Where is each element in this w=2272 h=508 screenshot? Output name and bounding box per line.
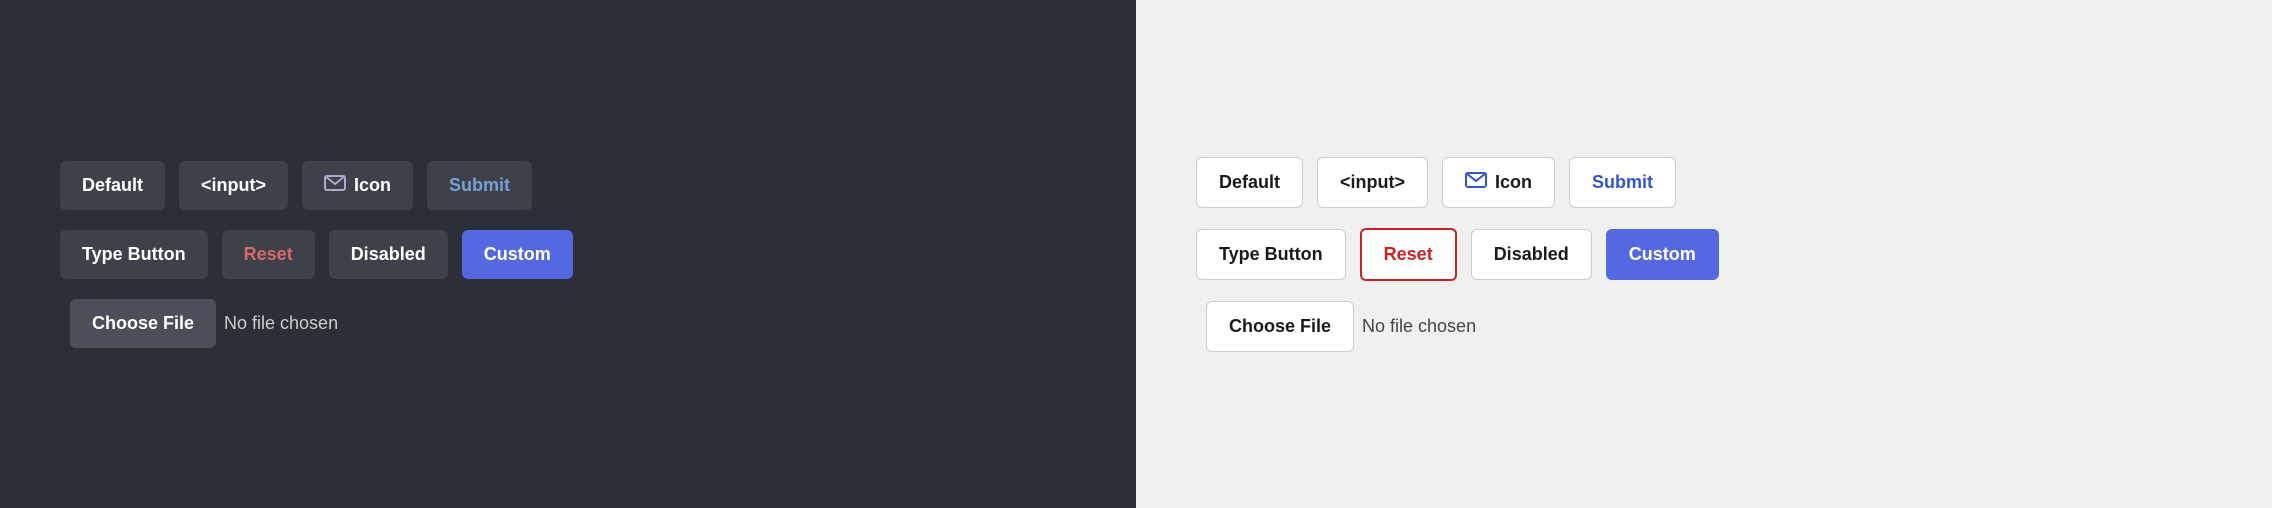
dark-typebutton-button[interactable]: Type Button <box>60 230 208 279</box>
dark-input-button[interactable]: <input> <box>179 161 288 210</box>
light-icon-button[interactable]: Icon <box>1442 157 1555 208</box>
dark-default-button[interactable]: Default <box>60 161 165 210</box>
dark-choosefile-button[interactable]: Choose File <box>70 299 216 348</box>
light-row3: Choose File No file chosen <box>1206 301 1476 352</box>
dark-panel: Default <input> Icon Submit Type Button … <box>0 0 1136 508</box>
dark-nofile-label: No file chosen <box>224 313 338 334</box>
light-input-button[interactable]: <input> <box>1317 157 1428 208</box>
dark-row3: Choose File No file chosen <box>70 299 338 348</box>
dark-row2: Type Button Reset Disabled Custom <box>60 230 573 279</box>
light-default-button[interactable]: Default <box>1196 157 1303 208</box>
light-row1: Default <input> Icon Submit <box>1196 157 1676 208</box>
dark-disabled-button[interactable]: Disabled <box>329 230 448 279</box>
envelope-icon-light <box>1465 172 1487 193</box>
light-disabled-button[interactable]: Disabled <box>1471 229 1592 280</box>
light-typebutton-button[interactable]: Type Button <box>1196 229 1346 280</box>
light-row2: Type Button Reset Disabled Custom <box>1196 228 1719 281</box>
dark-reset-button[interactable]: Reset <box>222 230 315 279</box>
light-submit-button[interactable]: Submit <box>1569 157 1676 208</box>
light-nofile-label: No file chosen <box>1362 316 1476 337</box>
dark-icon-button[interactable]: Icon <box>302 161 413 210</box>
dark-custom-button[interactable]: Custom <box>462 230 573 279</box>
light-icon-label: Icon <box>1495 172 1532 193</box>
light-choosefile-button[interactable]: Choose File <box>1206 301 1354 352</box>
envelope-icon <box>324 175 346 196</box>
light-reset-button[interactable]: Reset <box>1360 228 1457 281</box>
dark-row1: Default <input> Icon Submit <box>60 161 532 210</box>
light-panel: Default <input> Icon Submit Type Button … <box>1136 0 2272 508</box>
dark-submit-button[interactable]: Submit <box>427 161 532 210</box>
dark-icon-label: Icon <box>354 175 391 196</box>
light-custom-button[interactable]: Custom <box>1606 229 1719 280</box>
